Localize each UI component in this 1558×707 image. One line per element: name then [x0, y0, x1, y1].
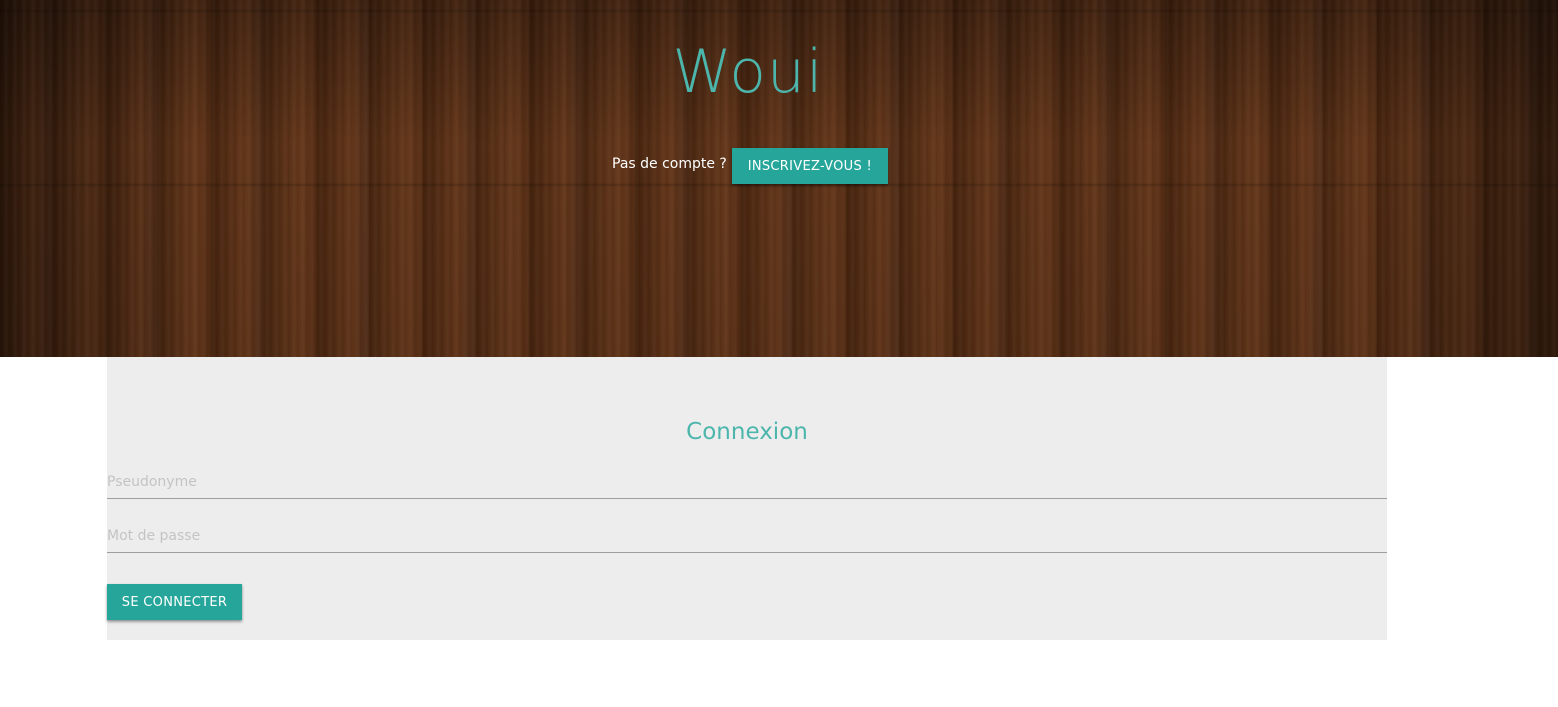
site-title: Woui	[672, 37, 824, 107]
password-input[interactable]	[107, 519, 1387, 553]
signup-prompt: Pas de compte ?	[612, 156, 727, 172]
username-input[interactable]	[107, 465, 1387, 499]
login-panel: Connexion SE CONNECTER	[107, 357, 1387, 640]
signup-button[interactable]: INSCRIVEZ-VOUS !	[731, 148, 888, 184]
login-title: Connexion	[686, 419, 808, 445]
hero-banner: Woui Pas de compte ? INSCRIVEZ-VOUS !	[0, 0, 1558, 357]
login-button[interactable]: SE CONNECTER	[107, 584, 242, 620]
signup-row: Pas de compte ? INSCRIVEZ-VOUS !	[612, 148, 888, 184]
